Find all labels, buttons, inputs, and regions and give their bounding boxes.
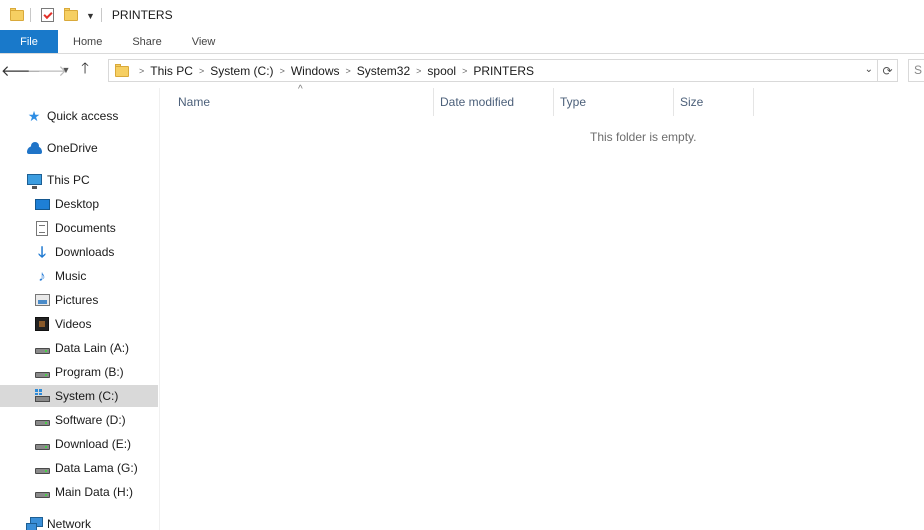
address-history-dropdown-icon[interactable]: ⌄ — [865, 64, 873, 75]
breadcrumb-system32[interactable]: System32 — [357, 64, 410, 78]
drive-icon — [34, 340, 50, 356]
sidebar-item-program[interactable]: Program (B:) — [0, 361, 158, 383]
tab-view[interactable]: View — [177, 30, 231, 53]
address-bar[interactable]: > This PC > System (C:) > Windows > Syst… — [108, 59, 878, 82]
sidebar-item-this-pc[interactable]: This PC — [0, 169, 158, 191]
documents-icon — [34, 220, 50, 236]
drive-icon — [34, 436, 50, 452]
sidebar-item-label: Data Lain (A:) — [55, 341, 130, 355]
navigation-bar: 🡐 🡒 ▼ 🡑 > This PC > System (C:) > Window… — [0, 55, 924, 85]
drive-icon — [34, 364, 50, 380]
column-header-size[interactable]: Size — [674, 88, 754, 116]
new-folder-icon[interactable] — [64, 8, 78, 21]
navigation-pane: ★ Quick access OneDrive This PC Desktop … — [0, 88, 160, 530]
drive-icon — [34, 412, 50, 428]
folder-icon — [10, 8, 24, 21]
network-icon — [26, 516, 43, 530]
sidebar-item-pictures[interactable]: Pictures — [0, 289, 158, 311]
breadcrumb-spool[interactable]: spool — [427, 64, 456, 78]
pictures-icon — [34, 292, 50, 308]
tab-share[interactable]: Share — [117, 30, 176, 53]
empty-folder-message: This folder is empty. — [590, 130, 697, 144]
chevron-right-icon[interactable]: > — [416, 66, 421, 76]
chevron-right-icon[interactable]: > — [346, 66, 351, 76]
column-header-date-modified[interactable]: Date modified — [434, 88, 554, 116]
sidebar-item-videos[interactable]: Videos — [0, 313, 158, 335]
customize-toolbar-dropdown-icon[interactable]: ▼ — [86, 11, 95, 21]
breadcrumb-windows[interactable]: Windows — [291, 64, 340, 78]
file-list[interactable]: ^ Name Date modified Type Size This fold… — [160, 84, 924, 530]
column-header-type[interactable]: Type — [554, 88, 674, 116]
properties-icon[interactable] — [41, 8, 54, 22]
breadcrumb-this-pc[interactable]: This PC — [150, 64, 193, 78]
recent-locations-dropdown-icon[interactable]: ▼ — [58, 59, 74, 81]
sidebar-item-label: Quick access — [47, 109, 119, 123]
sidebar-item-label: Downloads — [55, 245, 115, 259]
sidebar-item-label: Music — [55, 269, 87, 283]
toolbar-divider — [100, 8, 102, 22]
breadcrumb-printers[interactable]: PRINTERS — [473, 64, 534, 78]
chevron-right-icon[interactable]: > — [199, 66, 204, 76]
videos-icon — [34, 316, 50, 332]
column-headers: ^ Name Date modified Type Size — [160, 84, 924, 116]
tab-file[interactable]: File — [0, 30, 58, 53]
onedrive-icon — [26, 140, 42, 156]
sidebar-item-label: OneDrive — [47, 141, 98, 155]
system-drive-icon — [34, 388, 50, 404]
title-bar: ▼ PRINTERS — [0, 0, 924, 30]
window-title: PRINTERS — [111, 8, 173, 22]
sidebar-item-documents[interactable]: Documents — [0, 217, 158, 239]
tab-home[interactable]: Home — [58, 30, 117, 53]
toolbar-divider — [30, 8, 31, 22]
quick-access-icon: ★ — [27, 108, 41, 124]
sidebar-item-download[interactable]: Download (E:) — [0, 433, 158, 455]
up-button[interactable]: 🡑 — [74, 59, 96, 81]
sidebar-item-data-lama[interactable]: Data Lama (G:) — [0, 457, 158, 479]
quick-access-toolbar: ▼ PRINTERS — [0, 0, 173, 30]
drive-icon — [34, 484, 50, 500]
sidebar-item-system[interactable]: System (C:) — [0, 385, 158, 407]
column-header-name[interactable]: Name — [172, 88, 434, 116]
sidebar-item-label: Program (B:) — [55, 365, 124, 379]
search-input[interactable]: S — [908, 59, 924, 82]
sidebar-item-desktop[interactable]: Desktop — [0, 193, 158, 215]
forward-button[interactable]: 🡒 — [27, 59, 67, 81]
sidebar-item-label: Data Lama (G:) — [55, 461, 138, 475]
music-icon: ♪ — [38, 267, 46, 285]
folder-icon — [115, 63, 129, 77]
sidebar-item-label: Pictures — [55, 293, 99, 307]
this-pc-icon — [26, 172, 42, 189]
sidebar-item-label: Videos — [55, 317, 92, 331]
drive-icon — [34, 460, 50, 476]
sidebar-item-label: This PC — [47, 173, 90, 187]
sidebar-item-data-lain[interactable]: Data Lain (A:) — [0, 337, 158, 359]
sidebar-item-label: System (C:) — [55, 389, 119, 403]
sidebar-item-label: Main Data (H:) — [55, 485, 134, 499]
breadcrumb-system-c[interactable]: System (C:) — [210, 64, 273, 78]
sidebar-item-label: Download (E:) — [55, 437, 132, 451]
chevron-right-icon[interactable]: > — [139, 66, 144, 76]
sidebar-item-label: Software (D:) — [55, 413, 126, 427]
sidebar-item-main-data[interactable]: Main Data (H:) — [0, 481, 158, 503]
sidebar-item-downloads[interactable]: 🡓 Downloads — [0, 241, 158, 263]
ribbon-tabs: File Home Share View — [0, 30, 924, 54]
sidebar-item-software[interactable]: Software (D:) — [0, 409, 158, 431]
sidebar-item-onedrive[interactable]: OneDrive — [0, 137, 158, 159]
desktop-icon — [34, 196, 50, 212]
chevron-right-icon[interactable]: > — [280, 66, 285, 76]
sidebar-item-network[interactable]: Network — [0, 513, 158, 530]
sidebar-item-quick-access[interactable]: ★ Quick access — [0, 105, 158, 127]
downloads-icon: 🡓 — [38, 243, 46, 261]
sidebar-item-label: Desktop — [55, 197, 100, 211]
sidebar-item-label: Network — [47, 517, 92, 530]
sidebar-item-music[interactable]: ♪ Music — [0, 265, 158, 287]
chevron-right-icon[interactable]: > — [462, 66, 467, 76]
refresh-button[interactable]: ⟳ — [878, 59, 898, 82]
sidebar-item-label: Documents — [55, 221, 116, 235]
